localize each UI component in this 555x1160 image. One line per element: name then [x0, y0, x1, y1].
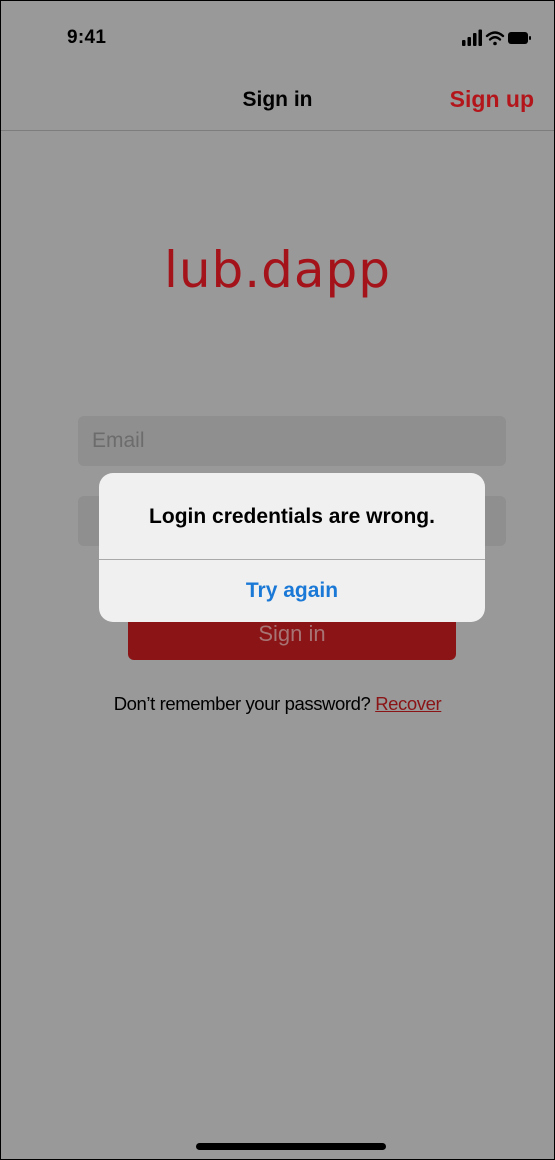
sign-up-button[interactable]: Sign up: [450, 86, 534, 113]
nav-divider: [1, 130, 554, 131]
wifi-icon: [485, 31, 505, 46]
battery-icon: [508, 32, 531, 44]
app-logo: lub.dapp: [163, 241, 392, 299]
forgot-password-text: Don’t remember your password?: [113, 693, 371, 714]
alert-message: Login credentials are wrong.: [149, 505, 435, 528]
recover-link[interactable]: Recover: [375, 693, 441, 714]
forgot-password-line: Don’t remember your password? Recover: [1, 693, 554, 715]
phone-screen: 9:41 Sign in Sign up lub.dapp Email Sign: [0, 0, 555, 1160]
home-indicator[interactable]: [196, 1143, 386, 1150]
try-again-button[interactable]: Try again: [99, 560, 485, 622]
cellular-signal-icon: [462, 29, 482, 46]
error-alert: Login credentials are wrong. Try again: [99, 473, 485, 622]
status-time: 9:41: [67, 27, 107, 48]
status-icons: [462, 29, 532, 47]
email-field[interactable]: Email: [78, 416, 506, 466]
